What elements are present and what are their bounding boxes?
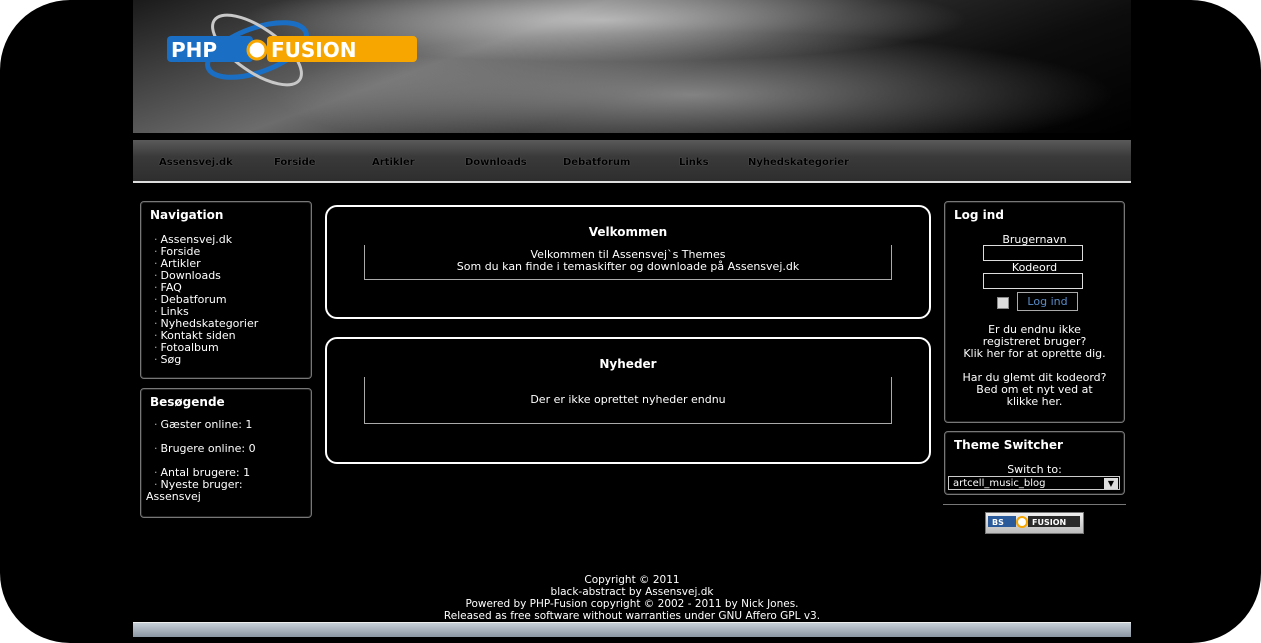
welcome-content: Velkommen til Assensvej`s Themes Som du … [364,245,892,280]
news-content: Der er ikke oprettet nyheder endnu [364,377,892,424]
welcome-title: Velkommen [588,225,668,239]
main-navbar: Assensvej.dk Forside Artikler Downloads … [133,140,1131,183]
visitors-panel: Besøgende · Gæster online: 1 · Brugere onl… [140,388,312,518]
site-logo[interactable]: PHP FUSION [167,8,417,90]
switch-to-label: Switch to: [1007,463,1062,476]
nav-link-nyhedskategorier[interactable]: Nyhedskategorier [748,157,849,168]
nav-link-links[interactable]: Links [679,157,709,168]
theme-switcher-title: Theme Switcher [954,438,1063,452]
header-banner: PHP FUSION [133,0,1131,133]
theme-select[interactable]: artcell_music_blog ▼ [948,476,1120,490]
footer-copyright: Copyright © 2011 [584,574,680,586]
logo-text-left: PHP [171,38,217,62]
nav-link-forside[interactable]: Forside [274,157,316,168]
login-panel: Log ind Brugernavn Kodeord Log ind Er du… [944,201,1125,423]
visitors-stats: · Gæster online: 1 · Brugere online: 0 · An… [146,418,256,503]
welcome-line-1: Velkommen til Assensvej`s Themes [530,248,726,261]
footer-theme-credit[interactable]: black-abstract by Assensvej.dk [133,586,1131,598]
footer: Copyright © 2011 black-abstract by Assen… [133,574,1131,622]
nav-link-downloads[interactable]: Downloads [465,157,527,168]
screen-frame: PHP FUSION Assensvej.dk Forside Artikler… [0,0,1261,643]
logo-text-right: FUSION [271,38,357,62]
welcome-box: Velkommen Velkommen til Assensvej`s Them… [325,205,931,319]
navigation-list: · Assensvej.dk · Forside · Artikler · Downlo… [154,234,258,366]
svg-text:FUSION: FUSION [1032,518,1066,527]
navigation-panel: Navigation · Assensvej.dk · Forside · Artik… [140,201,312,379]
password-input[interactable] [983,273,1083,289]
forgot-password-text[interactable]: Har du glemt dit kodeord? Bed om et nyt … [945,372,1124,408]
page: PHP FUSION Assensvej.dk Forside Artikler… [133,0,1131,643]
login-button[interactable]: Log ind [1017,292,1078,311]
bs-fusion-logo-icon: BS FUSION [988,516,1080,528]
welcome-line-2: Som du kan finde i temaskifter og downlo… [456,260,800,273]
members-online: · Brugere online: 0 [154,442,256,455]
theme-select-value: artcell_music_blog [953,478,1046,489]
navigation-panel-title: Navigation [150,208,224,222]
username-input[interactable] [983,245,1083,261]
newest-member-link[interactable]: Assensvej [146,491,256,503]
divider [943,504,1126,505]
footer-powered-by[interactable]: Powered by PHP-Fusion copyright © 2002 -… [133,598,1131,610]
news-empty-message: Der er ikke oprettet nyheder endnu [530,393,726,406]
register-text[interactable]: Er du endnu ikke registreret bruger? Kli… [945,324,1124,360]
nav-item[interactable]: · Søg [154,354,258,366]
news-title: Nyheder [599,357,657,371]
visitors-panel-title: Besøgende [150,395,225,409]
footer-license[interactable]: Released as free software without warran… [133,610,1131,622]
php-fusion-logo-icon: PHP FUSION [167,13,417,87]
chevron-down-icon[interactable]: ▼ [1104,478,1118,489]
guests-online: · Gæster online: 1 [154,418,253,431]
svg-text:BS: BS [992,518,1004,527]
nav-link-artikler[interactable]: Artikler [372,157,415,168]
footer-bar [133,622,1131,637]
nav-link-assensvej[interactable]: Assensvej.dk [159,157,233,168]
theme-switcher-panel: Theme Switcher Switch to: artcell_music_… [944,431,1125,495]
login-panel-title: Log ind [954,208,1004,222]
remember-me-checkbox[interactable] [997,297,1009,309]
nav-link-debatforum[interactable]: Debatforum [563,157,630,168]
bs-fusion-badge[interactable]: BS FUSION [985,512,1084,534]
news-box: Nyheder Der er ikke oprettet nyheder end… [325,337,931,464]
